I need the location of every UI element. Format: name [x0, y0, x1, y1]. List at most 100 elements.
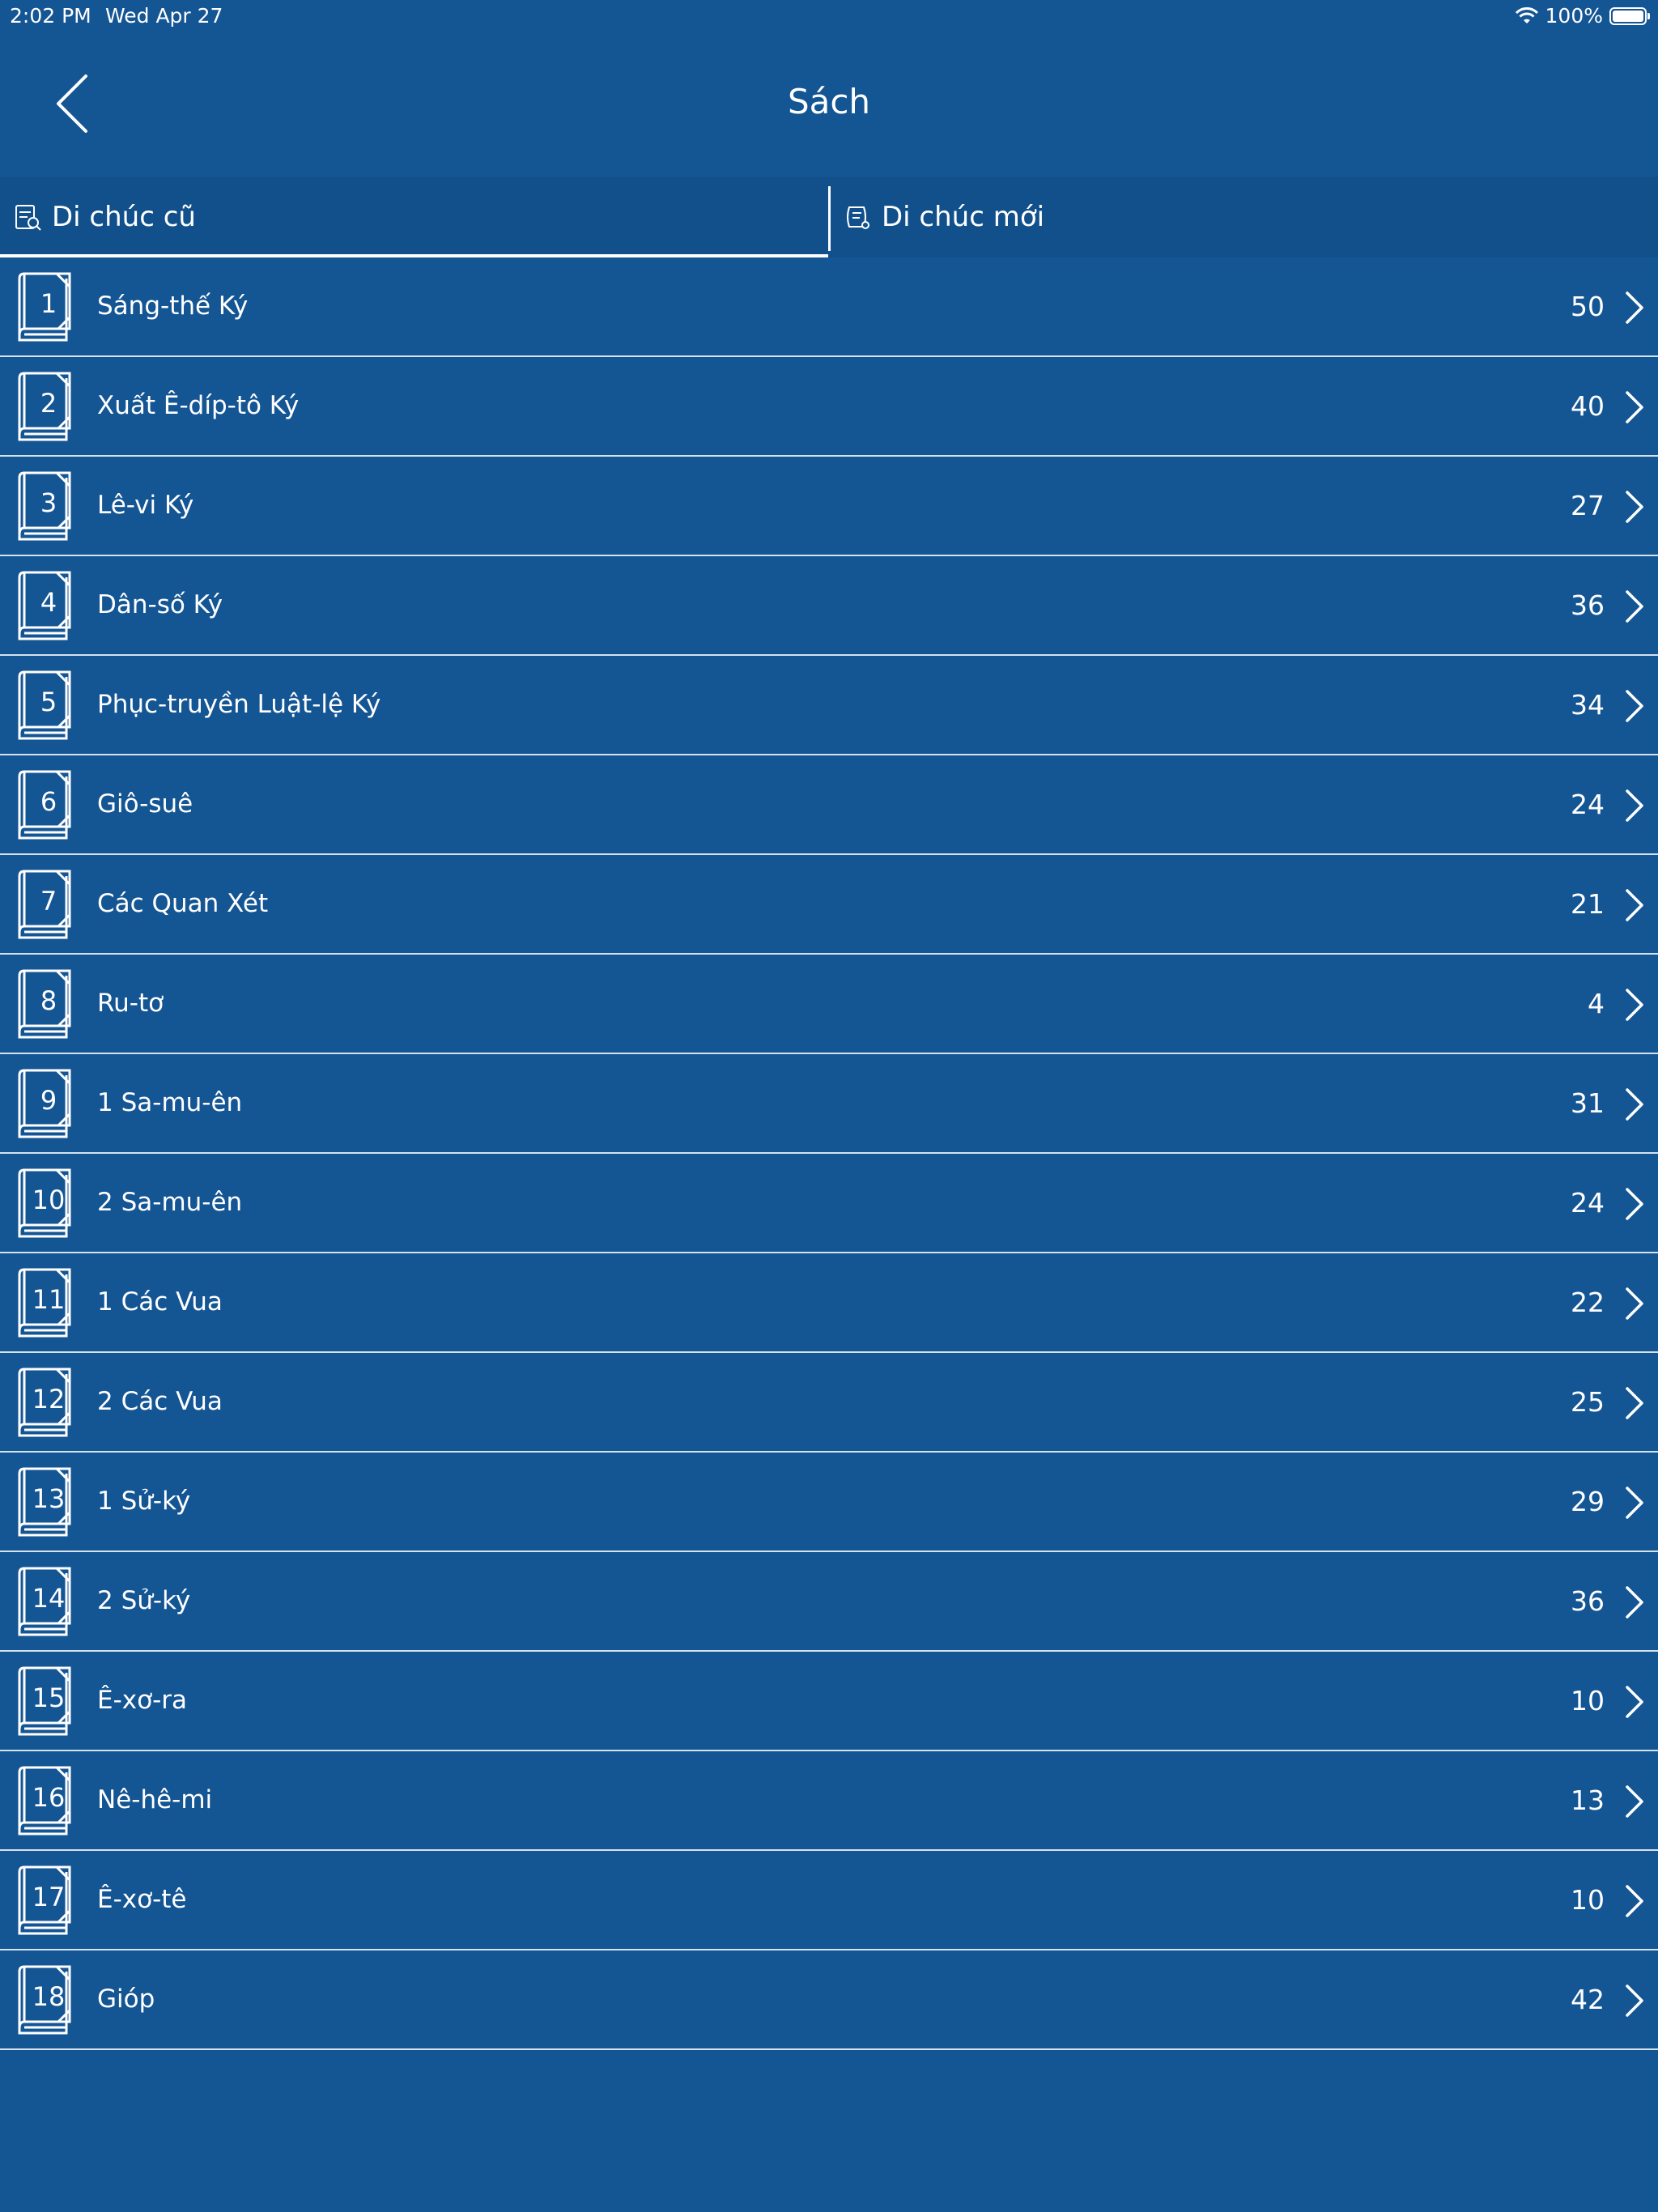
book-number: 7 — [40, 886, 57, 917]
book-name: Dân-số Ký — [97, 590, 223, 619]
chapter-count: 25 — [1571, 1386, 1605, 1418]
chapter-count: 4 — [1588, 988, 1605, 1019]
chevron-right-icon — [1622, 1087, 1647, 1122]
book-row[interactable]: 15 Ê-xơ-ra 10 — [0, 1652, 1658, 1751]
chevron-right-icon — [1622, 1983, 1647, 2018]
chapter-count: 24 — [1571, 789, 1605, 820]
tab-new-testament-label: Di chúc mới — [882, 201, 1045, 233]
tab-old-testament[interactable]: Di chúc cũ — [0, 177, 829, 257]
book-row[interactable]: 17 Ê-xơ-tê 10 — [0, 1851, 1658, 1950]
chapter-count: 36 — [1571, 1585, 1605, 1617]
chapter-count: 22 — [1571, 1287, 1605, 1318]
chapter-count: 29 — [1571, 1486, 1605, 1517]
chapter-count: 34 — [1571, 689, 1605, 721]
book-row[interactable]: 8 Ru-tơ 4 — [0, 955, 1658, 1054]
book-row[interactable]: 11 1 Các Vua 22 — [0, 1253, 1658, 1353]
book-number: 2 — [40, 388, 57, 419]
chevron-right-icon — [1622, 389, 1647, 425]
book-row[interactable]: 16 Nê-hê-mi 13 — [0, 1751, 1658, 1851]
chapter-count: 10 — [1571, 1884, 1605, 1916]
chevron-right-icon — [1622, 1883, 1647, 1919]
status-time: 2:02 PM — [10, 4, 91, 28]
battery-percent: 100% — [1545, 4, 1603, 28]
book-name: Gióp — [97, 1984, 155, 2014]
book-row[interactable]: 5 Phục-truyền Luật-lệ Ký 34 — [0, 656, 1658, 755]
book-number: 6 — [40, 786, 57, 817]
book-number: 16 — [32, 1782, 66, 1813]
book-row[interactable]: 4 Dân-số Ký 36 — [0, 556, 1658, 656]
book-number: 13 — [32, 1483, 66, 1514]
status-date: Wed Apr 27 — [105, 4, 223, 28]
book-name: Ê-xơ-tê — [97, 1885, 187, 1914]
book-number: 3 — [40, 487, 57, 518]
book-number: 17 — [32, 1882, 66, 1912]
chapter-count: 10 — [1571, 1685, 1605, 1716]
book-row[interactable]: 12 2 Các Vua 25 — [0, 1353, 1658, 1453]
navigation-bar: Sách — [0, 32, 1658, 177]
chapter-count: 40 — [1571, 390, 1605, 422]
book-name: 2 Sa-mu-ên — [97, 1188, 243, 1217]
book-name: 2 Sử-ký — [97, 1586, 191, 1615]
book-number: 12 — [32, 1384, 66, 1414]
chevron-right-icon — [1622, 589, 1647, 624]
book-row[interactable]: 14 2 Sử-ký 36 — [0, 1552, 1658, 1652]
book-name: Các Quan Xét — [97, 889, 269, 918]
book-name: 1 Các Vua — [97, 1287, 223, 1317]
book-row[interactable]: 18 Gióp 42 — [0, 1950, 1658, 2050]
chevron-right-icon — [1622, 1385, 1647, 1421]
page-title: Sách — [787, 82, 871, 121]
book-list: 1 Sáng-thế Ký 50 2 Xuất Ê-díp-tô Ký 40 3 Lê-vi … — [0, 257, 1658, 2050]
chapter-count: 24 — [1571, 1187, 1605, 1219]
book-row[interactable]: 13 1 Sử-ký 29 — [0, 1453, 1658, 1552]
book-name: Xuất Ê-díp-tô Ký — [97, 391, 300, 420]
book-name: 1 Sa-mu-ên — [97, 1088, 243, 1117]
chevron-right-icon — [1622, 1186, 1647, 1222]
book-number: 8 — [40, 985, 57, 1016]
chapter-count: 27 — [1571, 490, 1605, 521]
chevron-right-icon — [1622, 688, 1647, 724]
status-right: 100% — [1515, 0, 1650, 32]
tab-new-testament[interactable]: Di chúc mới — [830, 177, 1658, 257]
book-number: 11 — [32, 1284, 66, 1315]
book-row[interactable]: 2 Xuất Ê-díp-tô Ký 40 — [0, 357, 1658, 457]
wifi-icon — [1515, 7, 1538, 23]
chevron-right-icon — [1622, 1684, 1647, 1720]
chapter-count: 21 — [1571, 888, 1605, 920]
chevron-right-icon — [1622, 1585, 1647, 1620]
battery-icon — [1609, 7, 1650, 25]
book-row[interactable]: 1 Sáng-thế Ký 50 — [0, 257, 1658, 357]
book-name: Ru-tơ — [97, 989, 164, 1018]
book-number: 1 — [40, 288, 57, 319]
book-name: Giô-suê — [97, 789, 193, 819]
chevron-right-icon — [1622, 887, 1647, 923]
book-number: 15 — [32, 1682, 66, 1713]
chapter-count: 42 — [1571, 1984, 1605, 2015]
chevron-right-icon — [1622, 1784, 1647, 1819]
book-name: Phục-truyền Luật-lệ Ký — [97, 690, 381, 719]
chapter-count: 50 — [1571, 291, 1605, 322]
chapter-count: 31 — [1571, 1087, 1605, 1119]
chevron-right-icon — [1622, 489, 1647, 525]
chevron-right-icon — [1622, 290, 1647, 325]
testament-tabs: Di chúc cũ Di chúc mới — [0, 177, 1658, 257]
book-row[interactable]: 9 1 Sa-mu-ên 31 — [0, 1054, 1658, 1154]
status-bar: 2:02 PM Wed Apr 27 100% — [0, 0, 1658, 32]
tab-old-testament-label: Di chúc cũ — [52, 201, 196, 233]
book-row[interactable]: 6 Giô-suê 24 — [0, 755, 1658, 855]
chevron-right-icon — [1622, 1485, 1647, 1521]
book-number: 10 — [32, 1185, 66, 1215]
chevron-right-icon — [1622, 1286, 1647, 1321]
book-number: 14 — [32, 1583, 66, 1614]
book-row[interactable]: 7 Các Quan Xét 21 — [0, 855, 1658, 955]
book-row[interactable]: 10 2 Sa-mu-ên 24 — [0, 1154, 1658, 1253]
chevron-right-icon — [1622, 987, 1647, 1023]
book-name: Nê-hê-mi — [97, 1785, 213, 1814]
book-number: 18 — [32, 1981, 66, 2012]
book-number: 9 — [40, 1085, 57, 1116]
chapter-count: 36 — [1571, 589, 1605, 621]
book-name: Sáng-thế Ký — [97, 291, 249, 321]
book-number: 4 — [40, 587, 57, 618]
book-name: Ê-xơ-ra — [97, 1686, 188, 1715]
book-row[interactable]: 3 Lê-vi Ký 27 — [0, 457, 1658, 556]
chapter-count: 13 — [1571, 1784, 1605, 1816]
